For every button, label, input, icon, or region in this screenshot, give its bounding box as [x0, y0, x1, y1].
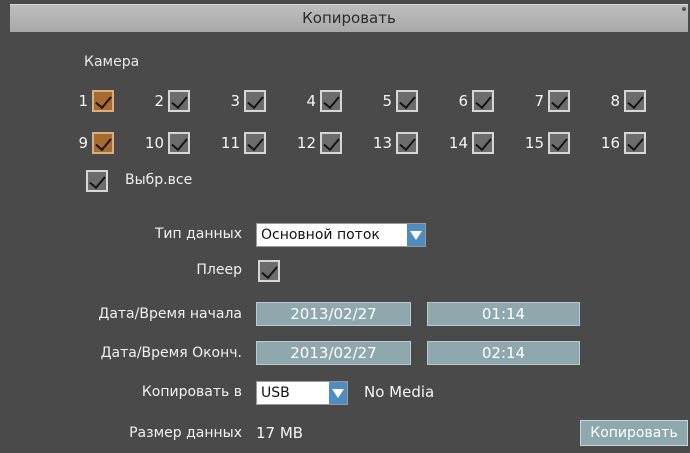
check-icon	[323, 91, 340, 110]
data-size-label: Размер данных	[129, 425, 242, 441]
camera-box[interactable]	[548, 90, 570, 112]
check-icon	[399, 133, 416, 152]
camera-box[interactable]	[624, 90, 646, 112]
camera-number: 13	[372, 134, 392, 152]
select-all-box[interactable]	[86, 170, 108, 192]
camera-11-checkbox[interactable]: 11	[218, 130, 266, 156]
camera-9-checkbox[interactable]: 9	[66, 130, 114, 156]
camera-number: 10	[144, 134, 164, 152]
check-icon	[247, 91, 264, 110]
camera-box[interactable]	[320, 132, 342, 154]
camera-number: 12	[296, 134, 316, 152]
camera-box[interactable]	[92, 90, 114, 112]
camera-number: 2	[154, 92, 164, 110]
camera-6-checkbox[interactable]: 6	[446, 88, 494, 114]
camera-section-label: Камера	[84, 54, 140, 70]
camera-16-checkbox[interactable]: 16	[598, 130, 646, 156]
copy-to-label: Копировать в	[141, 384, 242, 400]
camera-box[interactable]	[244, 90, 266, 112]
camera-3-checkbox[interactable]: 3	[218, 88, 266, 114]
player-box[interactable]	[258, 260, 280, 282]
camera-15-checkbox[interactable]: 15	[522, 130, 570, 156]
camera-1-checkbox[interactable]: 1	[66, 88, 114, 114]
dropdown-arrow-icon[interactable]	[329, 382, 347, 404]
title-bar: Копировать	[10, 4, 688, 32]
camera-number: 16	[600, 134, 620, 152]
check-icon	[261, 261, 278, 280]
camera-4-checkbox[interactable]: 4	[294, 88, 342, 114]
camera-8-checkbox[interactable]: 8	[598, 88, 646, 114]
camera-box[interactable]	[472, 90, 494, 112]
camera-number: 15	[524, 134, 544, 152]
start-date-field[interactable]: 2013/02/27	[256, 302, 411, 326]
corner-dot	[682, 7, 686, 11]
copy-to-select[interactable]: USB	[256, 381, 348, 405]
camera-number: 11	[220, 134, 240, 152]
camera-box[interactable]	[92, 132, 114, 154]
camera-number: 9	[78, 134, 88, 152]
camera-box[interactable]	[168, 132, 190, 154]
data-size-value: 17 MB	[256, 424, 304, 442]
check-icon	[323, 133, 340, 152]
camera-number: 5	[382, 92, 392, 110]
check-icon	[475, 133, 492, 152]
media-status: No Media	[364, 383, 435, 401]
camera-number: 1	[78, 92, 88, 110]
camera-box[interactable]	[472, 132, 494, 154]
copy-to-value: USB	[261, 385, 290, 401]
camera-number: 3	[230, 92, 240, 110]
check-icon	[171, 91, 188, 110]
camera-7-checkbox[interactable]: 7	[522, 88, 570, 114]
data-type-value: Основной поток	[261, 227, 380, 243]
check-icon	[627, 133, 644, 152]
check-icon	[551, 133, 568, 152]
window-title: Копировать	[302, 9, 396, 27]
check-icon	[627, 91, 644, 110]
select-all-label: Выбр.все	[125, 172, 193, 188]
check-icon	[399, 91, 416, 110]
camera-number: 4	[306, 92, 316, 110]
start-datetime-label: Дата/Время начала	[98, 306, 242, 322]
start-time-field[interactable]: 01:14	[427, 302, 580, 326]
check-icon	[247, 133, 264, 152]
camera-14-checkbox[interactable]: 14	[446, 130, 494, 156]
copy-button[interactable]: Копировать	[580, 420, 688, 446]
check-icon	[95, 91, 112, 110]
camera-10-checkbox[interactable]: 10	[142, 130, 190, 156]
data-type-select[interactable]: Основной поток	[256, 223, 426, 247]
camera-box[interactable]	[244, 132, 266, 154]
camera-number: 6	[458, 92, 468, 110]
end-date-field[interactable]: 2013/02/27	[256, 341, 411, 365]
end-datetime-label: Дата/Время Оконч.	[100, 345, 242, 361]
camera-number: 7	[534, 92, 544, 110]
camera-box[interactable]	[396, 132, 418, 154]
dropdown-arrow-icon[interactable]	[407, 224, 425, 246]
player-label: Плеер	[196, 262, 242, 278]
end-time-field[interactable]: 02:14	[427, 341, 580, 365]
check-icon	[475, 91, 492, 110]
camera-2-checkbox[interactable]: 2	[142, 88, 190, 114]
camera-5-checkbox[interactable]: 5	[370, 88, 418, 114]
camera-number: 8	[610, 92, 620, 110]
camera-box[interactable]	[320, 90, 342, 112]
camera-box[interactable]	[548, 132, 570, 154]
camera-13-checkbox[interactable]: 13	[370, 130, 418, 156]
camera-box[interactable]	[168, 90, 190, 112]
data-type-label: Тип данных	[154, 226, 242, 242]
camera-box[interactable]	[624, 132, 646, 154]
camera-box[interactable]	[396, 90, 418, 112]
select-all-checkbox[interactable]	[86, 168, 108, 194]
check-icon	[171, 133, 188, 152]
check-icon	[551, 91, 568, 110]
check-icon	[89, 171, 106, 190]
camera-12-checkbox[interactable]: 12	[294, 130, 342, 156]
player-checkbox[interactable]	[258, 258, 280, 284]
camera-number: 14	[448, 134, 468, 152]
check-icon	[95, 133, 112, 152]
